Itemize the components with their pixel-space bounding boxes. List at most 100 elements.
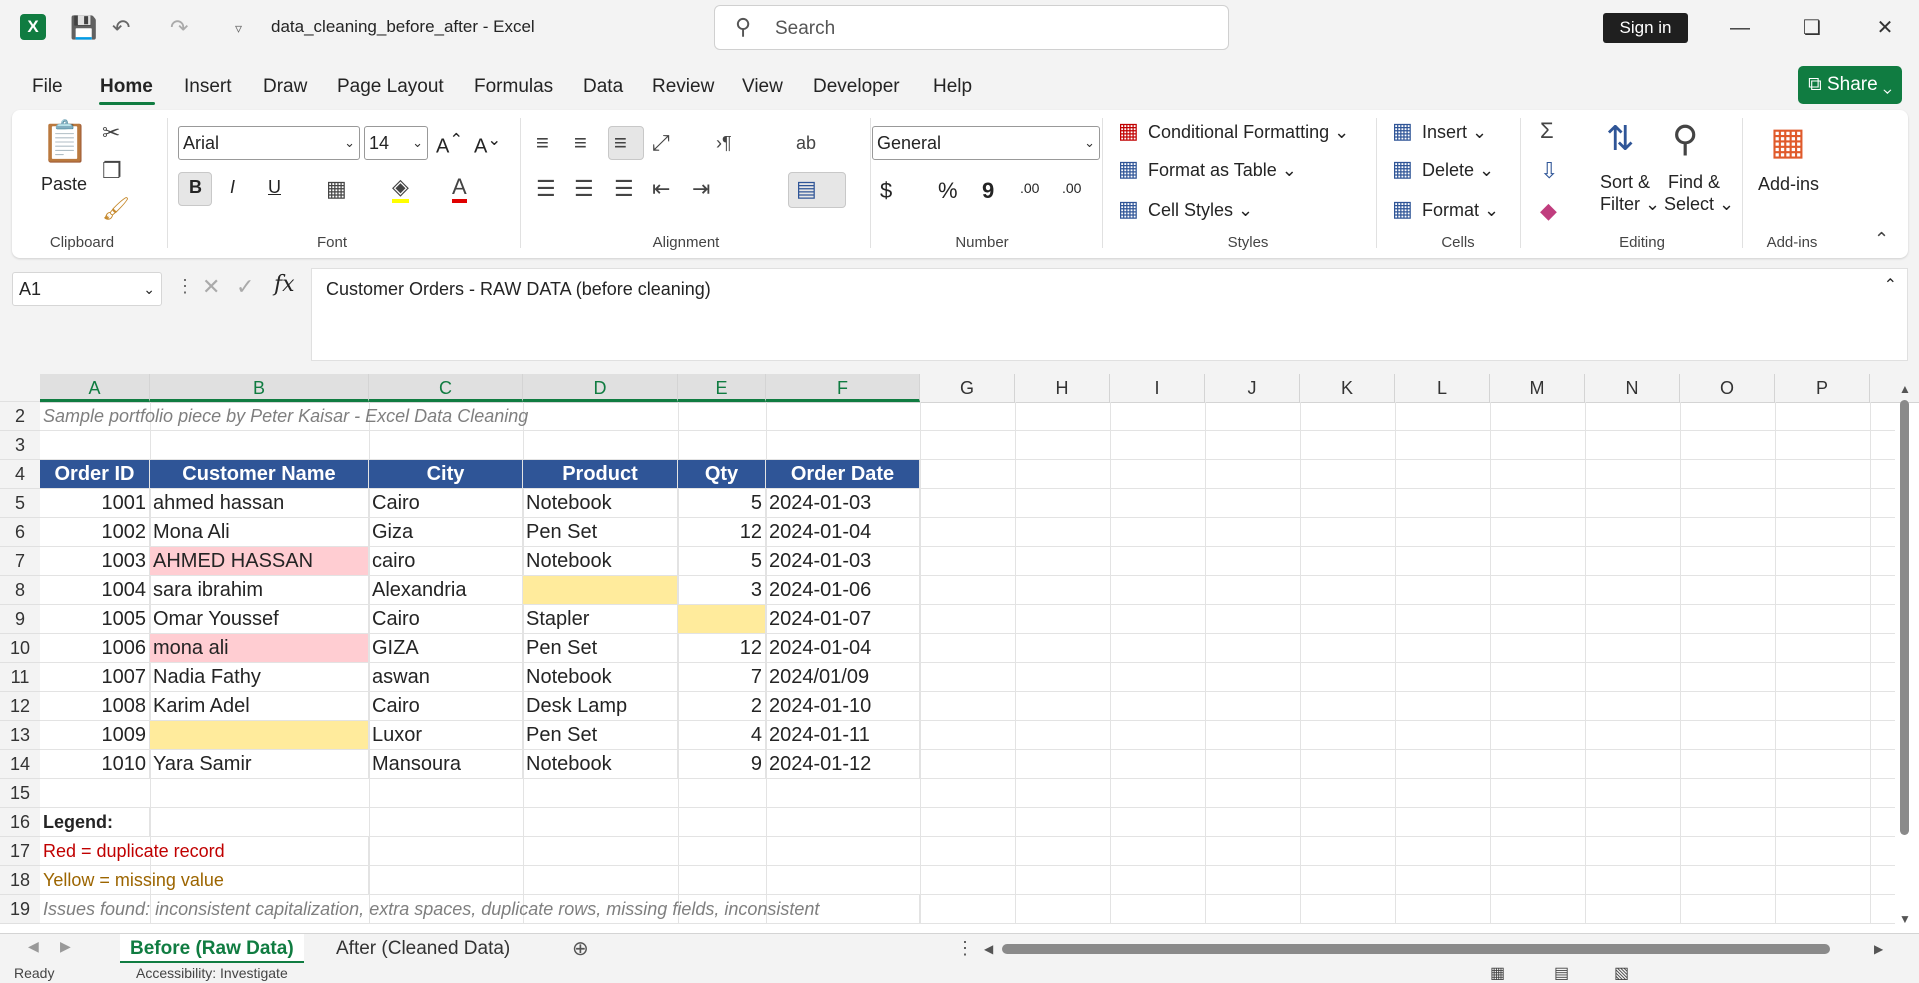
table-cell[interactable]: 5 — [678, 547, 766, 576]
conditional-formatting-button[interactable]: Conditional Formatting ⌄ — [1148, 122, 1349, 143]
percent-button[interactable]: % — [938, 178, 958, 204]
table-cell[interactable]: Notebook — [523, 663, 678, 692]
table-cell[interactable]: cairo — [369, 547, 523, 576]
table-cell[interactable]: Alexandria — [369, 576, 523, 605]
tab-developer[interactable]: Developer — [813, 76, 900, 98]
tab-draw[interactable]: Draw — [263, 76, 307, 98]
borders-icon[interactable]: ▦ — [326, 176, 347, 202]
close-icon[interactable]: ✕ — [1865, 12, 1905, 44]
table-cell[interactable]: 2024-01-06 — [766, 576, 920, 605]
table-cell[interactable]: Pen Set — [523, 518, 678, 547]
table-cell[interactable]: Nadia Fathy — [150, 663, 369, 692]
table-cell[interactable]: Cairo — [369, 489, 523, 518]
row-header-9[interactable]: 9 — [0, 605, 40, 634]
row-header-7[interactable]: 7 — [0, 547, 40, 576]
table-cell[interactable]: Pen Set — [523, 721, 678, 750]
legend-title[interactable]: Legend: — [40, 808, 150, 837]
table-cell[interactable]: aswan — [369, 663, 523, 692]
table-cell[interactable]: 12 — [678, 634, 766, 663]
italic-button[interactable]: I — [230, 177, 235, 198]
table-cell[interactable]: Yara Samir — [150, 750, 369, 779]
comma-button[interactable]: 9 — [982, 178, 994, 204]
row-header-14[interactable]: 14 — [0, 750, 40, 779]
clear-icon[interactable]: ◆ — [1540, 198, 1557, 224]
table-cell[interactable]: Luxor — [369, 721, 523, 750]
column-header-k[interactable]: K — [1300, 374, 1395, 402]
sort-filter-label[interactable]: Filter ⌄ — [1600, 194, 1660, 215]
format-as-table-button[interactable]: Format as Table ⌄ — [1148, 160, 1297, 181]
vertical-scroll-thumb[interactable] — [1900, 400, 1909, 835]
normal-view-icon[interactable]: ▦ — [1490, 963, 1505, 983]
column-header-p[interactable]: P — [1775, 374, 1870, 402]
align-top-icon[interactable]: ≡ — [536, 130, 549, 156]
row-header-10[interactable]: 10 — [0, 634, 40, 663]
legend-missing[interactable]: Yellow = missing value — [40, 866, 369, 895]
delete-cells-button[interactable]: Delete ⌄ — [1422, 160, 1494, 181]
number-format-select[interactable]: General ⌄ — [872, 126, 1100, 160]
table-cell[interactable]: 2024-01-12 — [766, 750, 920, 779]
row-header-4[interactable]: 4 — [0, 460, 40, 489]
tab-splitter-icon[interactable]: ⋮ — [956, 938, 974, 959]
select-all-corner[interactable] — [0, 374, 40, 402]
decrease-decimal-button[interactable]: .00 — [1062, 180, 1081, 196]
paste-button[interactable]: Paste — [41, 174, 87, 195]
tab-help[interactable]: Help — [933, 76, 972, 98]
scroll-left-icon[interactable]: ◀ — [984, 942, 993, 956]
table-cell[interactable]: Giza — [369, 518, 523, 547]
undo-icon[interactable]: ↶ — [112, 14, 130, 42]
row-header-6[interactable]: 6 — [0, 518, 40, 547]
table-cell[interactable]: 1007 — [40, 663, 150, 692]
column-header-o[interactable]: O — [1680, 374, 1775, 402]
row-header-5[interactable]: 5 — [0, 489, 40, 518]
scroll-up-icon[interactable]: ▲ — [1899, 382, 1911, 396]
format-cells-button[interactable]: Format ⌄ — [1422, 200, 1499, 221]
table-cell[interactable]: 3 — [678, 576, 766, 605]
column-header-m[interactable]: M — [1490, 374, 1585, 402]
table-cell[interactable]: 2024-01-04 — [766, 518, 920, 547]
collapse-ribbon-icon[interactable]: ⌃ — [1874, 226, 1889, 252]
sign-in-button[interactable]: Sign in — [1603, 13, 1688, 43]
row-header-19[interactable]: 19 — [0, 895, 40, 924]
vertical-scrollbar[interactable]: ▲ ▼ — [1895, 382, 1915, 930]
font-size-select[interactable]: 14 ⌄ — [364, 126, 428, 160]
align-center-icon[interactable]: ☰ — [574, 176, 594, 202]
tab-file[interactable]: File — [32, 76, 63, 98]
tab-review[interactable]: Review — [652, 76, 714, 98]
row-header-8[interactable]: 8 — [0, 576, 40, 605]
cut-icon[interactable]: ✂ — [102, 120, 120, 146]
column-header-a[interactable]: A — [40, 374, 150, 402]
collapse-formula-bar-icon[interactable]: ⌃ — [1884, 275, 1897, 295]
text-direction-icon[interactable]: ›¶ — [716, 130, 732, 156]
table-cell[interactable]: Pen Set — [523, 634, 678, 663]
column-header-d[interactable]: D — [523, 374, 678, 402]
row-header-12[interactable]: 12 — [0, 692, 40, 721]
table-cell[interactable] — [523, 576, 678, 605]
table-cell[interactable]: 2024-01-03 — [766, 489, 920, 518]
tab-page-layout[interactable]: Page Layout — [337, 76, 444, 98]
row-header-18[interactable]: 18 — [0, 866, 40, 895]
table-cell[interactable]: AHMED HASSAN — [150, 547, 369, 576]
share-button[interactable]: ⧉ Share ⌄ — [1798, 66, 1902, 104]
table-cell[interactable]: 1008 — [40, 692, 150, 721]
scroll-right-icon[interactable]: ▶ — [1874, 942, 1883, 956]
next-sheet-icon[interactable]: ▶ — [60, 938, 71, 955]
decrease-font-icon[interactable]: A⌄ — [474, 130, 501, 159]
table-cell[interactable]: sara ibrahim — [150, 576, 369, 605]
table-cell[interactable]: 2024-01-07 — [766, 605, 920, 634]
table-cell[interactable]: GIZA — [369, 634, 523, 663]
table-cell[interactable]: Omar Youssef — [150, 605, 369, 634]
table-cell[interactable]: Karim Adel — [150, 692, 369, 721]
table-cell[interactable]: 1006 — [40, 634, 150, 663]
increase-indent-icon[interactable]: ⇥ — [692, 176, 710, 202]
table-cell[interactable]: 9 — [678, 750, 766, 779]
orientation-icon[interactable]: ⤢ — [652, 130, 670, 156]
increase-decimal-button[interactable]: .00 — [1020, 180, 1039, 196]
table-cell[interactable]: Notebook — [523, 547, 678, 576]
enter-icon[interactable]: ✓ — [236, 274, 254, 300]
find-select-label[interactable]: Select ⌄ — [1664, 194, 1734, 215]
table-header-cell[interactable]: Customer Name — [150, 460, 369, 489]
horizontal-scroll-thumb[interactable] — [1002, 944, 1830, 954]
copy-icon[interactable]: ❐ — [102, 158, 122, 184]
name-box[interactable]: A1 ⌄ — [12, 272, 162, 306]
column-header-i[interactable]: I — [1110, 374, 1205, 402]
